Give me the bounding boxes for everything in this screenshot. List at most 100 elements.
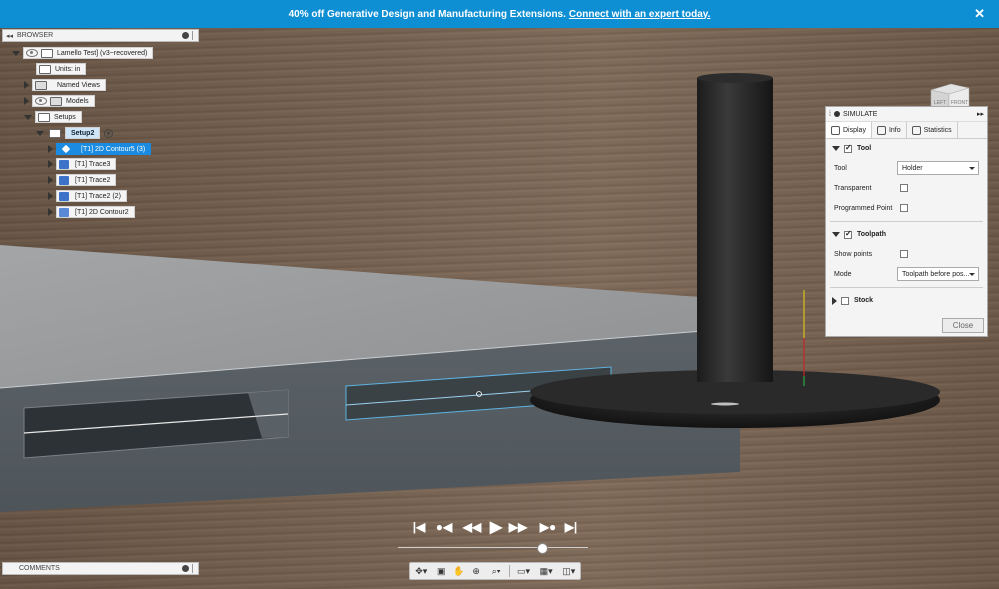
mode-select[interactable]: Toolpath before pos... — [897, 267, 979, 281]
expand-icon[interactable] — [36, 130, 44, 136]
close-icon[interactable]: ✕ — [974, 6, 985, 22]
go-to-end-button[interactable]: ▶| — [563, 518, 579, 536]
show-points-checkbox[interactable] — [900, 250, 908, 258]
close-button[interactable]: Close — [942, 318, 984, 333]
zoom-icon[interactable]: ⊕ — [468, 564, 483, 578]
tool-checkbox[interactable] — [844, 143, 852, 153]
target-icon[interactable] — [104, 128, 114, 138]
trace-icon — [59, 159, 69, 169]
collapse-icon[interactable] — [832, 232, 840, 237]
pan-icon[interactable]: ✋ — [451, 564, 466, 578]
statistics-icon — [911, 125, 921, 135]
expand-icon[interactable] — [24, 97, 29, 105]
expand-icon[interactable] — [48, 160, 53, 168]
tool-select[interactable]: Holder — [897, 161, 979, 175]
simulate-header[interactable]: ⁞ SIMULATE ▸▸ — [826, 107, 987, 122]
toolpath-checkbox[interactable] — [844, 229, 852, 239]
expand-icon[interactable] — [832, 296, 837, 305]
tab-statistics[interactable]: Statistics — [907, 122, 958, 138]
simulate-tabs: Display Info Statistics — [826, 122, 987, 139]
contour-icon — [61, 144, 71, 154]
tree-named-views[interactable]: Named Views — [24, 79, 107, 91]
tree-op-4[interactable]: [T1] Trace2 (2) — [48, 190, 127, 202]
fit-icon[interactable]: ⌕▾ — [486, 564, 507, 578]
grid-icon[interactable]: ▦▾ — [536, 564, 557, 578]
expand-icon[interactable] — [48, 145, 53, 153]
eye-icon[interactable] — [35, 97, 47, 105]
display-settings-icon[interactable]: ▭▾ — [513, 564, 534, 578]
tree-root[interactable]: Lamello Test] (v3~recovered) — [12, 47, 154, 59]
panel-grip-icon[interactable]: ⁞ — [829, 111, 831, 118]
tree-op-3[interactable]: [T1] Trace2 — [48, 174, 117, 186]
banner-link[interactable]: Connect with an expert today. — [569, 9, 711, 20]
tree-models[interactable]: Models — [24, 95, 95, 107]
operation-label: [T1] 2D Contour5 (3) — [81, 145, 146, 153]
tree-setup2[interactable]: Setup2 — [36, 127, 114, 139]
models-label: Models — [66, 97, 89, 105]
units-node[interactable]: Units: in — [36, 63, 87, 75]
step-back-button[interactable]: ◀◀ — [462, 518, 482, 536]
playback-slider-track[interactable] — [398, 547, 588, 548]
viewports-icon[interactable]: ◫▾ — [558, 564, 579, 578]
operation-node[interactable]: [T1] Trace2 — [56, 174, 117, 186]
tree-setups[interactable]: Setups — [24, 111, 82, 123]
expand-icon[interactable] — [24, 114, 32, 120]
programmed-point-checkbox[interactable] — [900, 204, 908, 212]
operation-node[interactable]: [T1] Trace2 (2) — [56, 190, 127, 202]
pin-icon[interactable] — [182, 32, 189, 39]
next-point-button[interactable]: ▶● — [536, 518, 560, 536]
folder-icon — [35, 80, 47, 90]
simulate-panel: ⁞ SIMULATE ▸▸ Display Info Statistics To… — [825, 106, 988, 337]
operation-node[interactable]: [T1] 2D Contour2 — [56, 206, 135, 218]
pin-icon[interactable] — [182, 565, 189, 572]
programmed-point-label: Programmed Point — [834, 204, 893, 212]
collapse-icon[interactable] — [832, 146, 840, 151]
stock-section-header[interactable]: Stock — [826, 291, 987, 310]
tree-op-1[interactable]: [T1] 2D Contour5 (3) — [48, 143, 152, 155]
stock-checkbox[interactable] — [841, 296, 849, 305]
resize-handle[interactable] — [192, 31, 196, 40]
expand-icon[interactable] — [48, 176, 53, 184]
eye-icon[interactable] — [26, 49, 38, 57]
tool-section-header[interactable]: Tool — [826, 139, 987, 158]
operation-label: [T1] 2D Contour2 — [75, 208, 129, 216]
operation-node[interactable]: [T1] 2D Contour5 (3) — [56, 143, 152, 155]
tab-display[interactable]: Display — [826, 122, 872, 138]
step-forward-button[interactable]: ▶▶ — [508, 518, 528, 536]
collapse-icon[interactable]: ◂◂ — [6, 32, 13, 40]
comments-header[interactable]: COMMENTS — [2, 562, 199, 575]
tool-shaft — [697, 78, 773, 382]
folder-icon — [49, 128, 61, 138]
folder-icon — [38, 112, 50, 122]
tree-op-2[interactable]: [T1] Trace3 — [48, 158, 117, 170]
setups-node[interactable]: Setups — [35, 111, 82, 123]
toolpath-section-header[interactable]: Toolpath — [826, 225, 987, 244]
look-at-icon[interactable]: ▣ — [434, 564, 449, 578]
browser-title: BROWSER — [17, 32, 54, 39]
expand-icon[interactable] — [48, 208, 53, 216]
trace-icon — [59, 175, 69, 185]
models-node[interactable]: Models — [32, 95, 95, 107]
named-views-node[interactable]: Named Views — [32, 79, 107, 91]
folder-icon — [50, 96, 62, 106]
resize-handle[interactable] — [192, 564, 196, 573]
tree-units[interactable]: Units: in — [36, 63, 87, 75]
expand-icon[interactable] — [48, 192, 53, 200]
play-button[interactable]: ▶ — [488, 518, 504, 536]
transparent-checkbox[interactable] — [900, 184, 908, 192]
expand-panel-icon[interactable]: ▸▸ — [977, 110, 984, 118]
root-node[interactable]: Lamello Test] (v3~recovered) — [23, 47, 154, 59]
browser-header[interactable]: ◂◂ BROWSER — [2, 29, 199, 42]
tool-row: Tool Holder — [826, 158, 987, 178]
orbit-icon[interactable]: ✥▾ — [411, 564, 432, 578]
operation-node[interactable]: [T1] Trace3 — [56, 158, 117, 170]
tab-info-label: Info — [888, 126, 901, 134]
setup2-node[interactable]: Setup2 — [65, 127, 101, 139]
expand-icon[interactable] — [12, 50, 20, 56]
tab-info[interactable]: Info — [872, 122, 907, 138]
navigation-toolbar: ✥▾ ▣ ✋ ⊕ ⌕▾ ▭▾ ▦▾ ◫▾ — [409, 562, 581, 580]
previous-point-button[interactable]: ●◀ — [432, 518, 456, 536]
tree-op-5[interactable]: [T1] 2D Contour2 — [48, 206, 135, 218]
expand-icon[interactable] — [24, 81, 29, 89]
go-to-start-button[interactable]: |◀ — [410, 518, 428, 536]
